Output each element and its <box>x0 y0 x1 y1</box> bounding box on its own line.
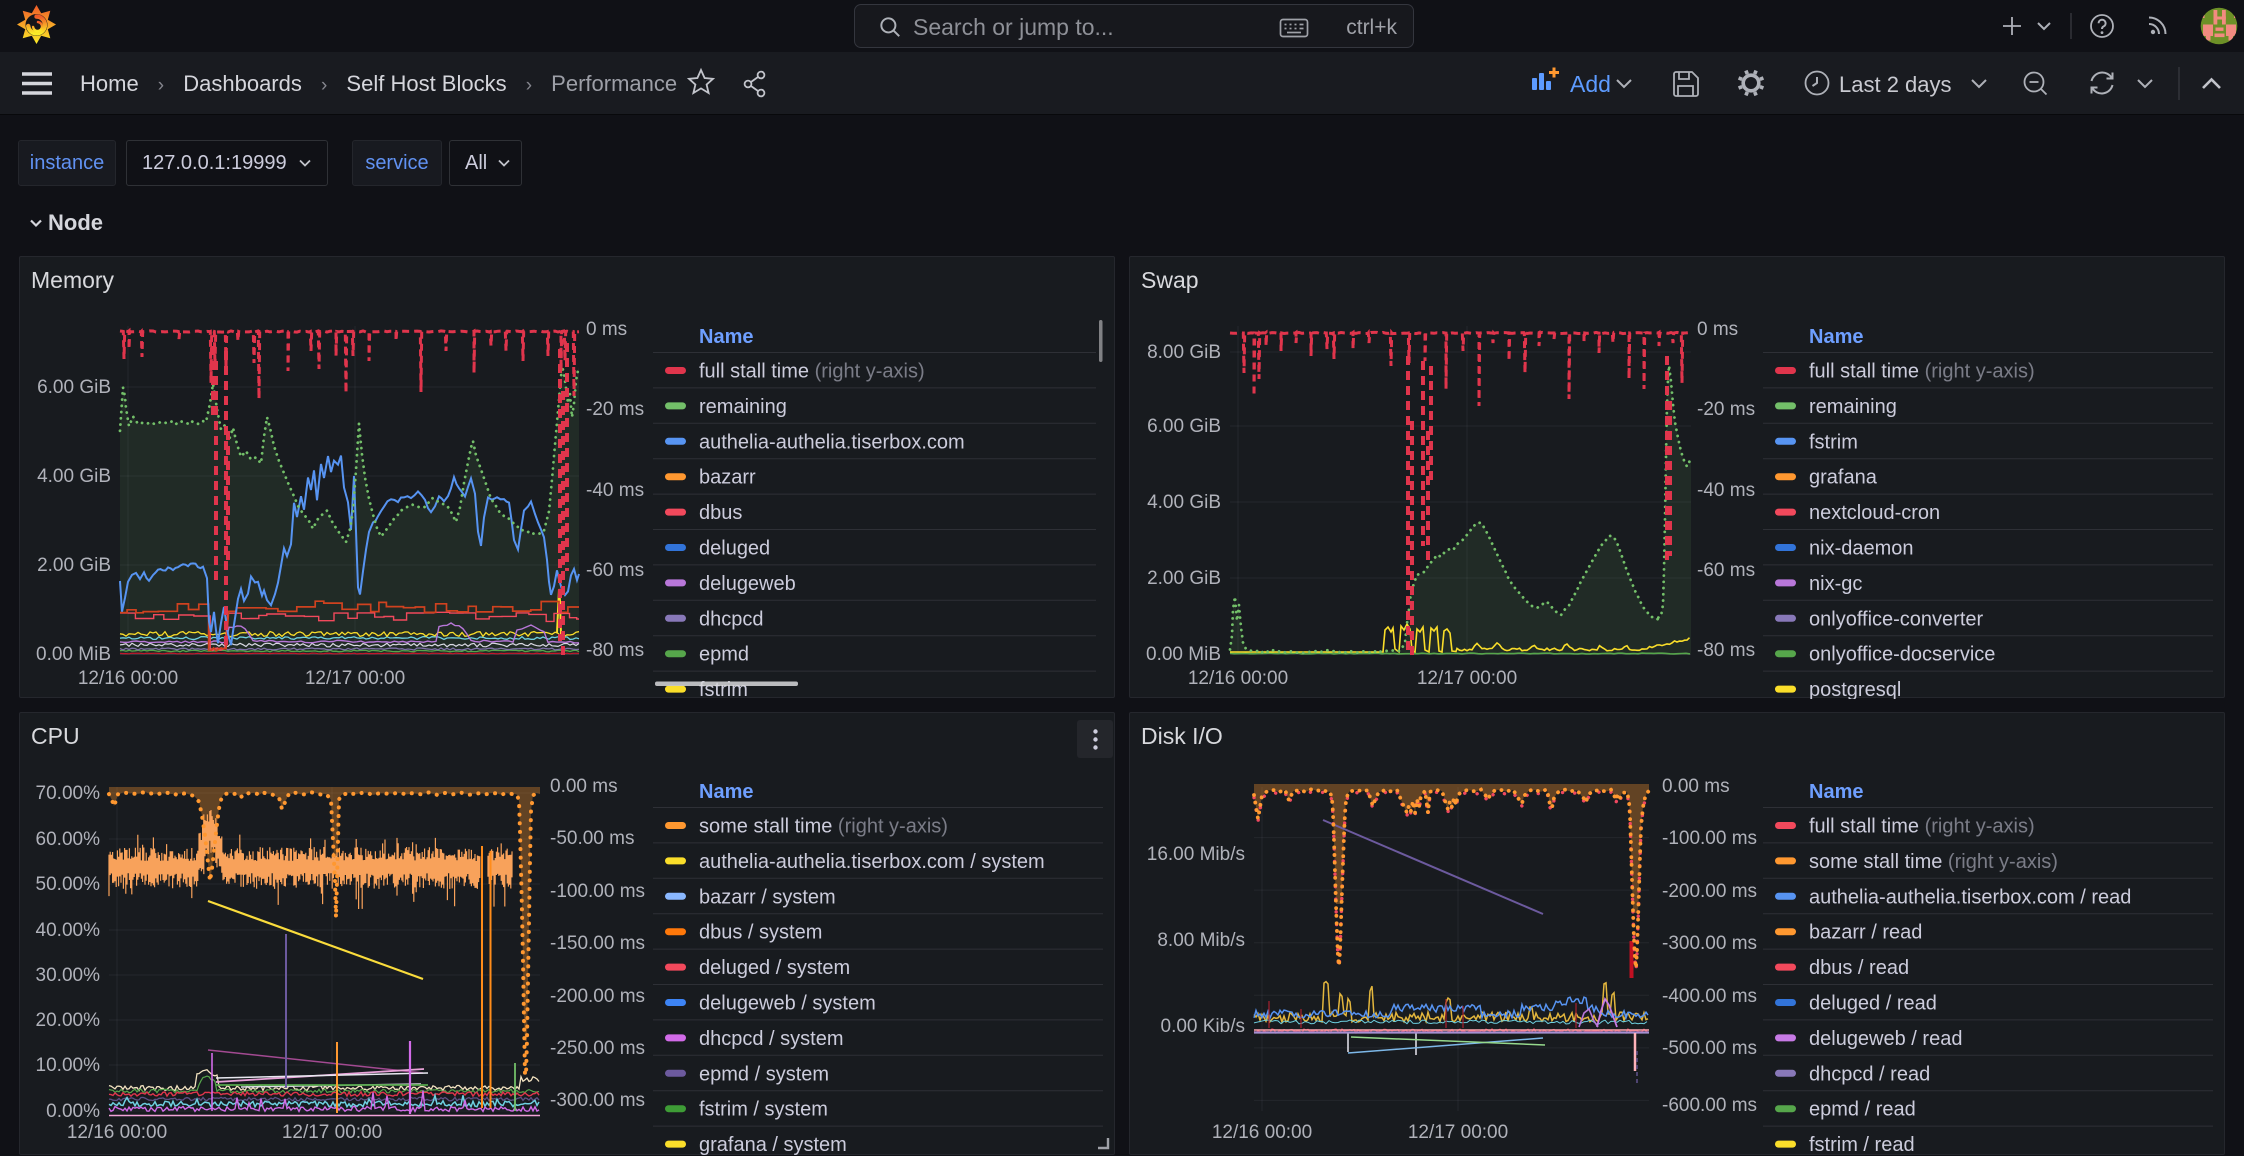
svg-text:-50.00 ms: -50.00 ms <box>550 828 634 849</box>
svg-text:bazarr / system: bazarr / system <box>699 886 836 908</box>
svg-text:0.00 MiB: 0.00 MiB <box>36 644 111 665</box>
svg-text:remaining: remaining <box>1809 396 1897 418</box>
svg-text:epmd / read: epmd / read <box>1809 1099 1916 1121</box>
svg-text:dhcpcd / read: dhcpcd / read <box>1809 1063 1930 1085</box>
svg-text:0.00 ms: 0.00 ms <box>550 776 618 797</box>
svg-text:30.00%: 30.00% <box>36 965 101 986</box>
svg-text:Name: Name <box>1809 326 1863 348</box>
svg-text:delugeweb / read: delugeweb / read <box>1809 1028 1962 1050</box>
svg-text:epmd / system: epmd / system <box>699 1063 829 1085</box>
svg-text:8.00 GiB: 8.00 GiB <box>1147 342 1221 363</box>
svg-text:16.00 Mib/s: 16.00 Mib/s <box>1147 844 1245 865</box>
svg-text:-200.00 ms: -200.00 ms <box>550 986 645 1007</box>
svg-text:deluged / system: deluged / system <box>699 957 850 979</box>
svg-text:remaining: remaining <box>699 396 787 418</box>
svg-text:12/16 00:00: 12/16 00:00 <box>78 668 178 689</box>
svg-text:-100.00 ms: -100.00 ms <box>550 881 645 902</box>
svg-text:-100.00 ms: -100.00 ms <box>1662 828 1757 849</box>
svg-text:authelia-authelia.tiserbox.com: authelia-authelia.tiserbox.com / read <box>1809 886 2131 908</box>
svg-text:2.00 GiB: 2.00 GiB <box>37 555 111 576</box>
svg-text:12/17 00:00: 12/17 00:00 <box>1408 1122 1508 1143</box>
svg-text:authelia-authelia.tiserbox.com: authelia-authelia.tiserbox.com <box>699 431 965 453</box>
svg-text:delugeweb / system: delugeweb / system <box>699 993 876 1015</box>
svg-text:4.00 GiB: 4.00 GiB <box>1147 492 1221 513</box>
svg-text:60.00%: 60.00% <box>36 829 101 850</box>
svg-text:8.00 Mib/s: 8.00 Mib/s <box>1157 930 1245 951</box>
svg-text:onlyoffice-converter: onlyoffice-converter <box>1809 608 1984 630</box>
svg-text:-500.00 ms: -500.00 ms <box>1662 1038 1757 1059</box>
svg-text:dbus / system: dbus / system <box>699 922 822 944</box>
svg-text:full stall time (right y-axis): full stall time (right y-axis) <box>699 361 925 383</box>
svg-text:0.00 ms: 0.00 ms <box>1662 776 1730 797</box>
svg-text:12/17 00:00: 12/17 00:00 <box>305 668 405 689</box>
svg-text:nix-daemon: nix-daemon <box>1809 538 1914 560</box>
svg-text:delugeweb: delugeweb <box>699 573 796 595</box>
svg-text:dhcpcd / system: dhcpcd / system <box>699 1028 844 1050</box>
svg-text:0.00%: 0.00% <box>46 1101 100 1122</box>
svg-text:Last 2 days: Last 2 days <box>1839 72 1952 97</box>
svg-text:20.00%: 20.00% <box>36 1010 101 1031</box>
svg-text:50.00%: 50.00% <box>36 874 101 895</box>
svg-text:12/16 00:00: 12/16 00:00 <box>1188 668 1288 689</box>
svg-text:-400.00 ms: -400.00 ms <box>1662 986 1757 1007</box>
svg-text:onlyoffice-docservice: onlyoffice-docservice <box>1809 644 1995 666</box>
svg-text:-200.00 ms: -200.00 ms <box>1662 881 1757 902</box>
svg-text:nextcloud-cron: nextcloud-cron <box>1809 502 1940 524</box>
svg-text:12/17 00:00: 12/17 00:00 <box>1417 668 1517 689</box>
svg-text:0 ms: 0 ms <box>1697 319 1738 340</box>
svg-text:-40 ms: -40 ms <box>586 480 644 501</box>
svg-text:Name: Name <box>699 781 753 803</box>
svg-text:4.00 GiB: 4.00 GiB <box>37 466 111 487</box>
svg-text:0 ms: 0 ms <box>586 319 627 340</box>
svg-text:Add: Add <box>1570 71 1611 97</box>
svg-text:Name: Name <box>1809 781 1863 803</box>
svg-text:-80 ms: -80 ms <box>1697 640 1755 661</box>
svg-text:-250.00 ms: -250.00 ms <box>550 1038 645 1059</box>
svg-text:-300.00 ms: -300.00 ms <box>1662 933 1757 954</box>
svg-text:dbus / read: dbus / read <box>1809 957 1909 979</box>
svg-text:-150.00 ms: -150.00 ms <box>550 933 645 954</box>
svg-text:bazarr / read: bazarr / read <box>1809 922 1922 944</box>
svg-text:dbus: dbus <box>699 502 742 524</box>
svg-text:some stall time (right y-axis): some stall time (right y-axis) <box>1809 851 2058 873</box>
svg-text:-40 ms: -40 ms <box>1697 480 1755 501</box>
svg-text:6.00 GiB: 6.00 GiB <box>1147 416 1221 437</box>
svg-text:6.00 GiB: 6.00 GiB <box>37 377 111 398</box>
svg-text:authelia-authelia.tiserbox.com: authelia-authelia.tiserbox.com / system <box>699 851 1045 873</box>
svg-text:deluged: deluged <box>699 538 770 560</box>
svg-text:-60 ms: -60 ms <box>586 560 644 581</box>
svg-text:70.00%: 70.00% <box>36 783 101 804</box>
svg-text:0.00 Kib/s: 0.00 Kib/s <box>1161 1016 1246 1037</box>
svg-text:12/16 00:00: 12/16 00:00 <box>67 1122 167 1143</box>
svg-text:fstrim / read: fstrim / read <box>1809 1134 1915 1156</box>
svg-text:full stall time (right y-axis): full stall time (right y-axis) <box>1809 361 2035 383</box>
svg-text:deluged / read: deluged / read <box>1809 993 1937 1015</box>
svg-text:-60 ms: -60 ms <box>1697 560 1755 581</box>
svg-text:-20 ms: -20 ms <box>586 399 644 420</box>
svg-text:40.00%: 40.00% <box>36 920 101 941</box>
svg-text:full stall time (right y-axis): full stall time (right y-axis) <box>1809 816 2035 838</box>
svg-text:-300.00 ms: -300.00 ms <box>550 1090 645 1111</box>
svg-text:epmd: epmd <box>699 644 749 666</box>
svg-text:fstrim: fstrim <box>1809 431 1858 453</box>
svg-text:0.00 MiB: 0.00 MiB <box>1146 644 1221 665</box>
svg-text:-600.00 ms: -600.00 ms <box>1662 1095 1757 1116</box>
svg-text:12/16 00:00: 12/16 00:00 <box>1212 1122 1312 1143</box>
svg-text:10.00%: 10.00% <box>36 1055 101 1076</box>
svg-text:postgresql: postgresql <box>1809 679 1901 699</box>
svg-text:grafana / system: grafana / system <box>699 1134 847 1156</box>
svg-text:-80 ms: -80 ms <box>586 640 644 661</box>
svg-text:bazarr: bazarr <box>699 467 756 489</box>
svg-text:Name: Name <box>699 326 753 348</box>
svg-text:nix-gc: nix-gc <box>1809 573 1862 595</box>
svg-text:grafana: grafana <box>1809 467 1878 489</box>
svg-text:some stall time (right y-axis): some stall time (right y-axis) <box>699 816 948 838</box>
svg-text:dhcpcd: dhcpcd <box>699 608 764 630</box>
svg-text:-20 ms: -20 ms <box>1697 399 1755 420</box>
svg-text:12/17 00:00: 12/17 00:00 <box>282 1122 382 1143</box>
svg-text:fstrim / system: fstrim / system <box>699 1099 828 1121</box>
svg-text:2.00 GiB: 2.00 GiB <box>1147 568 1221 589</box>
